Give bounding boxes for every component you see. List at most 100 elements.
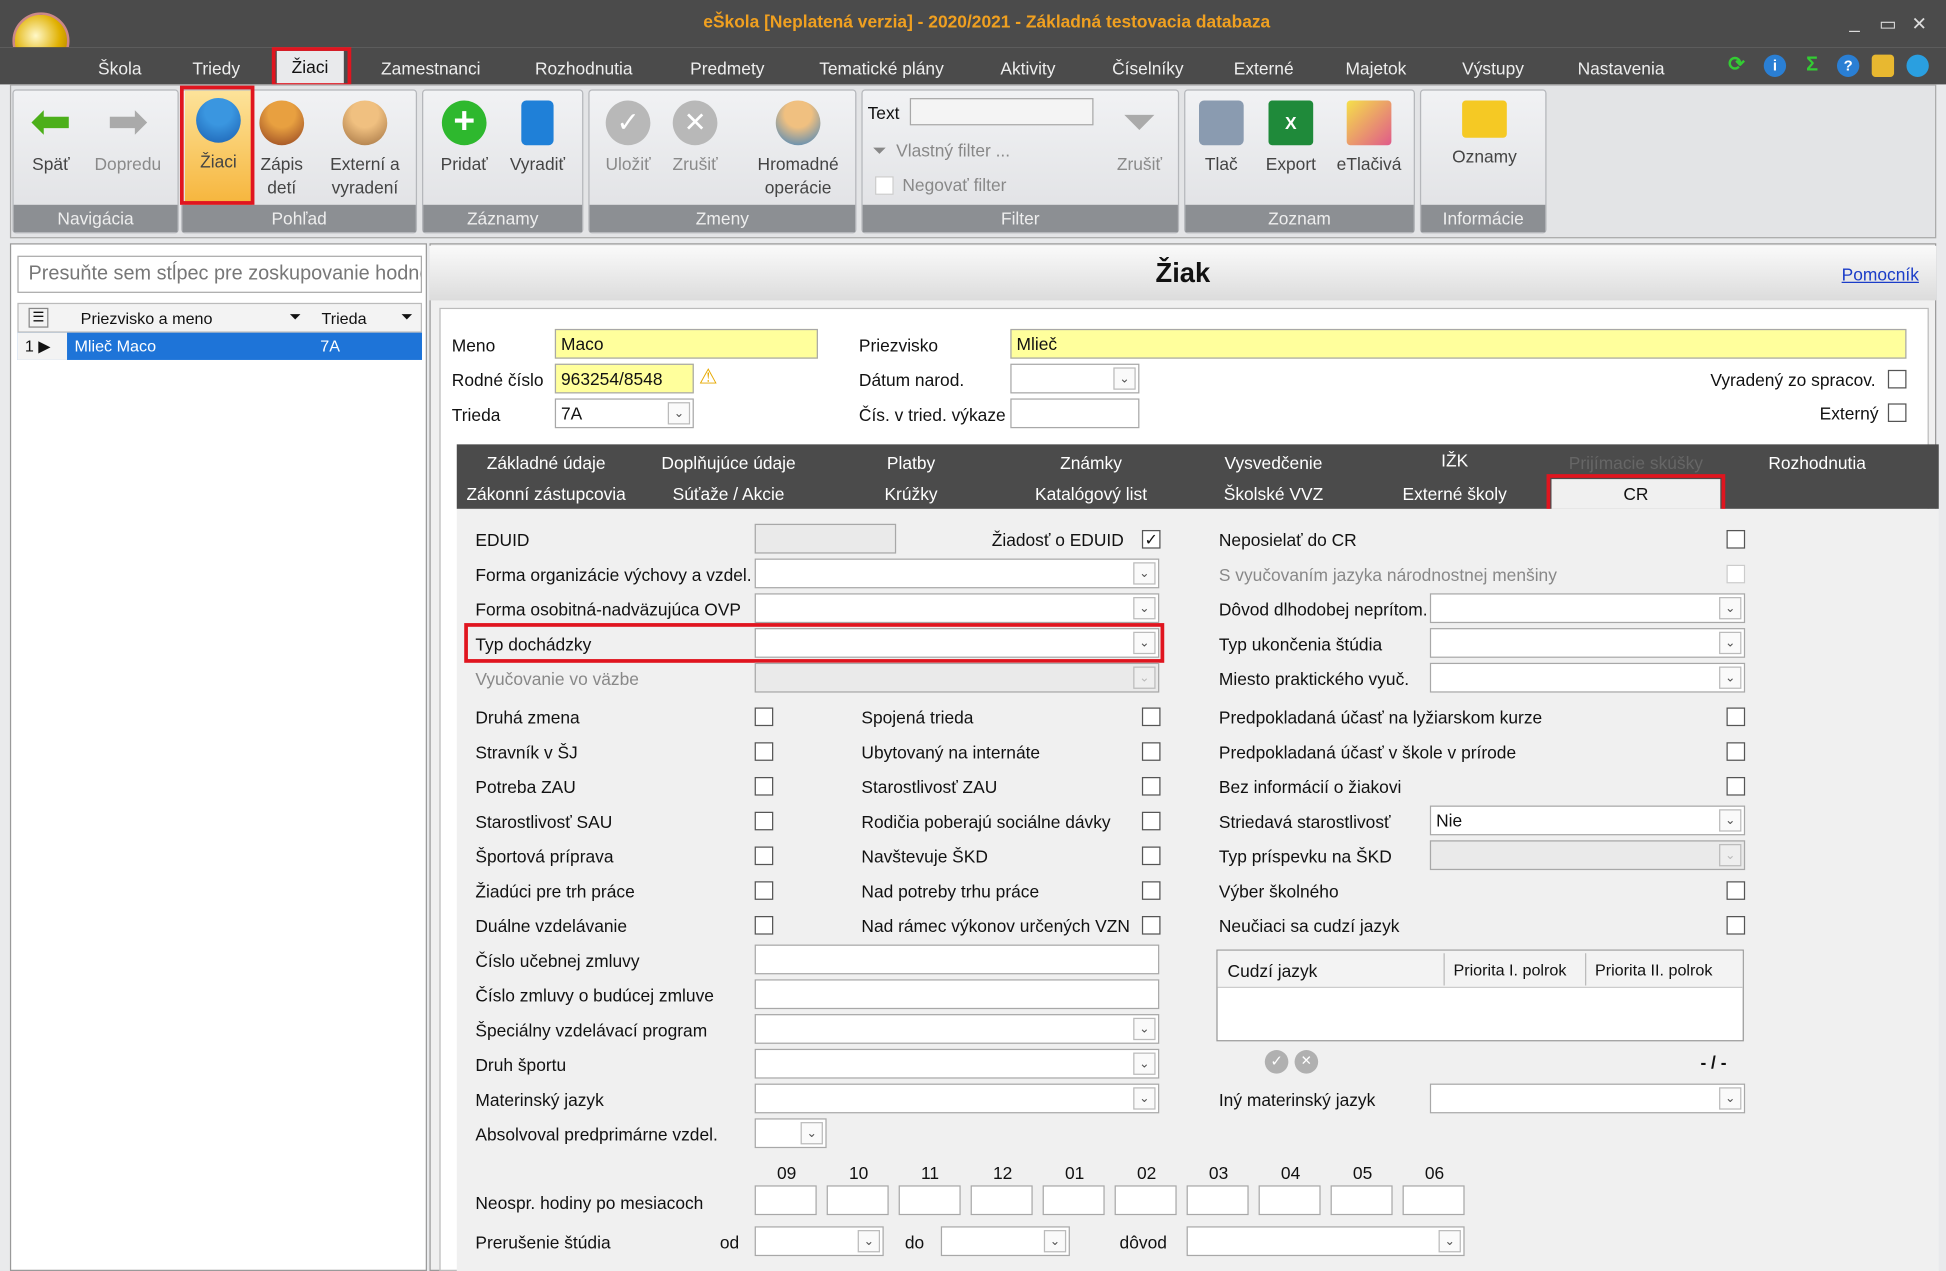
- chevron-down-icon[interactable]: ⌄: [1133, 1052, 1156, 1075]
- language-grid[interactable]: Cudzí jazyk Priorita I. polrok Priorita …: [1216, 949, 1744, 1042]
- menu-triedy[interactable]: Triedy: [192, 58, 240, 78]
- tab-prijimacie-skusky[interactable]: Prijímacie skúšky: [1547, 453, 1726, 473]
- socialne-davky-checkbox[interactable]: [1141, 811, 1161, 831]
- hours-input[interactable]: [898, 1185, 961, 1216]
- tab-izk[interactable]: IŽK: [1368, 451, 1542, 471]
- tab-znamky[interactable]: Známky: [1003, 453, 1179, 473]
- potreba-zau-checkbox[interactable]: [754, 776, 774, 796]
- filter-text-input[interactable]: [909, 98, 1094, 126]
- negate-filter-checkbox[interactable]: [875, 176, 894, 195]
- starostlivost-zau-checkbox[interactable]: [1141, 776, 1161, 796]
- check-icon[interactable]: ✓: [1264, 1050, 1289, 1074]
- menu-skola[interactable]: Škola: [98, 58, 141, 78]
- close-button[interactable]: ✕: [1911, 12, 1927, 35]
- hours-input[interactable]: [826, 1185, 889, 1216]
- absolvoval-select[interactable]: ⌄: [754, 1118, 827, 1149]
- save-button[interactable]: ✓ Uložiť: [597, 100, 659, 177]
- cancel-changes-button[interactable]: ✕ Zrušiť: [664, 100, 726, 177]
- tab-doplnujuce-udaje[interactable]: Doplňujúce údaje: [638, 453, 819, 473]
- menu-ciselniky[interactable]: Číselníky: [1112, 58, 1183, 78]
- back-button[interactable]: ⬅ Späť: [24, 97, 79, 177]
- menu-ziaci[interactable]: Žiaci: [276, 50, 344, 85]
- chevron-down-icon[interactable]: ⌄: [1133, 597, 1156, 620]
- add-button[interactable]: + Pridať: [431, 100, 498, 177]
- chevron-down-icon[interactable]: ⌄: [1719, 597, 1742, 620]
- chevron-down-icon[interactable]: ⌄: [1719, 844, 1742, 867]
- hours-input[interactable]: [1402, 1185, 1465, 1216]
- chevron-down-icon[interactable]: ⌄: [667, 402, 691, 425]
- tab-zakonni-zastupcovia[interactable]: Zákonní zástupcovia: [459, 484, 633, 504]
- hours-input[interactable]: [1042, 1185, 1105, 1216]
- chevron-down-icon[interactable]: ⌄: [857, 1230, 881, 1253]
- cislo-buducej-input[interactable]: [754, 979, 1160, 1010]
- tab-kruzky[interactable]: Krúžky: [824, 484, 998, 504]
- striedava-select[interactable]: Nie ⌄: [1429, 805, 1746, 836]
- menu-rozhodnutia[interactable]: Rozhodnutia: [535, 58, 633, 78]
- specialny-select[interactable]: ⌄: [754, 1014, 1160, 1044]
- notices-button[interactable]: Oznamy: [1434, 100, 1536, 169]
- chevron-down-icon[interactable]: ⌄: [1719, 666, 1742, 689]
- sigma-icon[interactable]: Σ: [1801, 55, 1823, 77]
- cislo-vykaz-input[interactable]: [1010, 398, 1140, 429]
- forward-button[interactable]: ➡ Dopredu: [88, 97, 167, 177]
- minimize-button[interactable]: _: [1849, 12, 1859, 33]
- materinsky-select[interactable]: ⌄: [754, 1083, 1160, 1114]
- menu-zamestnanci[interactable]: Zamestnanci: [381, 58, 480, 78]
- hours-input[interactable]: [970, 1185, 1033, 1216]
- tab-rozhodnutia[interactable]: Rozhodnutia: [1730, 453, 1904, 473]
- eforms-button[interactable]: eTlačivá: [1329, 100, 1408, 177]
- typ-ukoncenia-select[interactable]: ⌄: [1429, 628, 1746, 658]
- chevron-down-icon[interactable]: ⌄: [1043, 1230, 1067, 1253]
- hours-input[interactable]: [754, 1185, 817, 1216]
- nad-ramec-checkbox[interactable]: [1141, 916, 1161, 935]
- group-by-area[interactable]: Presuňte sem stĺpec pre zoskupovanie hod…: [17, 255, 423, 293]
- vyucovanie-vazbe-select[interactable]: ⌄: [754, 662, 1160, 693]
- help-link[interactable]: Pomocník: [1842, 264, 1919, 284]
- iny-materinsky-select[interactable]: ⌄: [1429, 1083, 1746, 1114]
- menu-majetok[interactable]: Majetok: [1345, 58, 1406, 78]
- print-button[interactable]: Tlač: [1193, 100, 1250, 177]
- vyber-skolneho-checkbox[interactable]: [1726, 881, 1746, 900]
- col-priorita-1[interactable]: Priorita I. polrok: [1453, 961, 1566, 980]
- help-icon[interactable]: ?: [1836, 54, 1860, 77]
- hours-input[interactable]: [1330, 1185, 1393, 1216]
- col-name-header[interactable]: Priezvisko a meno: [81, 309, 213, 328]
- chevron-down-icon[interactable]: ⌄: [800, 1122, 823, 1145]
- tab-vysvedcenie[interactable]: Vysvedčenie: [1184, 453, 1363, 473]
- skd-checkbox[interactable]: [1141, 846, 1161, 866]
- chevron-down-icon[interactable]: ⌄: [1438, 1230, 1461, 1253]
- bez-informacii-checkbox[interactable]: [1726, 776, 1746, 796]
- stravnik-checkbox[interactable]: [754, 742, 774, 761]
- chevron-down-icon[interactable]: ⌄: [1133, 631, 1156, 655]
- forma-org-select[interactable]: ⌄: [754, 558, 1160, 589]
- remove-button[interactable]: Vyradiť: [500, 100, 574, 177]
- cancel-filter-button[interactable]: ⏷ Zrušiť: [1106, 101, 1173, 177]
- ziadost-eduid-checkbox[interactable]: ✓: [1141, 529, 1161, 549]
- dovod-nepritom-select[interactable]: ⌄: [1429, 593, 1746, 624]
- hours-input[interactable]: [1186, 1185, 1249, 1216]
- zapis-deti-button[interactable]: Zápis detí: [252, 100, 312, 200]
- nad-potreby-checkbox[interactable]: [1141, 881, 1161, 900]
- typ-prispevku-select[interactable]: ⌄: [1429, 840, 1746, 871]
- od-date-input[interactable]: ⌄: [754, 1226, 884, 1257]
- info-icon[interactable]: i: [1763, 54, 1787, 77]
- ziaci-view-button[interactable]: Žiaci: [184, 90, 252, 205]
- lyziarsky-checkbox[interactable]: [1726, 707, 1746, 727]
- trieda-select[interactable]: 7A ⌄: [554, 398, 694, 429]
- update-icon[interactable]: [1906, 54, 1929, 77]
- chevron-down-icon[interactable]: ⌄: [1719, 1087, 1742, 1110]
- chevron-down-icon[interactable]: ⌄: [1719, 631, 1742, 655]
- tab-platby[interactable]: Platby: [824, 453, 998, 473]
- tab-sutaze-akcie[interactable]: Súťaže / Akcie: [638, 484, 819, 504]
- druha-zmena-checkbox[interactable]: [754, 707, 774, 727]
- refresh-icon[interactable]: ⟳: [1725, 55, 1747, 77]
- col-cudzi-jazyk[interactable]: Cudzí jazyk: [1228, 961, 1318, 981]
- filter-icon[interactable]: ⏷: [289, 308, 301, 327]
- dovod-select[interactable]: ⌄: [1186, 1226, 1465, 1257]
- skola-v-prirode-checkbox[interactable]: [1726, 742, 1746, 761]
- chevron-down-icon[interactable]: ⌄: [1113, 367, 1136, 390]
- filter-icon[interactable]: ⏷: [401, 308, 413, 327]
- starostlivost-sau-checkbox[interactable]: [754, 811, 774, 831]
- chevron-down-icon[interactable]: ⌄: [1133, 1017, 1156, 1041]
- menu-externe[interactable]: Externé: [1234, 58, 1294, 78]
